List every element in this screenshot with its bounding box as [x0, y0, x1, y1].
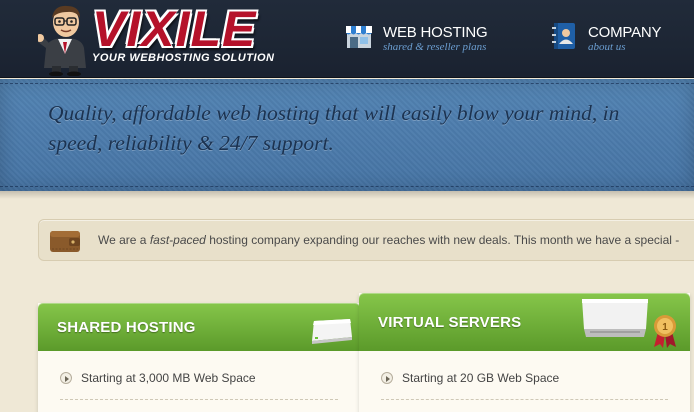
- nav-company-label: COMPANY: [588, 24, 662, 41]
- hero-banner: Quality, affordable web hosting that wil…: [0, 79, 694, 191]
- announcement-emphasis: fast-paced: [149, 233, 206, 247]
- nav-company[interactable]: COMPANY about us: [550, 20, 680, 60]
- medal-icon: 1: [654, 315, 676, 348]
- site-logo[interactable]: VIXILE: [92, 3, 256, 55]
- announcement-text: We are a fast-paced hosting company expa…: [98, 233, 680, 247]
- nav-web-hosting-subtitle: shared & reseller plans: [383, 41, 487, 53]
- feature-divider: [60, 399, 338, 400]
- plan-title: SHARED HOSTING: [57, 319, 196, 336]
- arrow-bullet-icon: [381, 372, 393, 384]
- plan-card-virtual-servers: VIRTUAL SERVERS 1 Starting at 20 GB Web …: [359, 293, 690, 412]
- storefront-icon: [346, 26, 372, 48]
- announcement-bar: We are a fast-paced hosting company expa…: [38, 219, 694, 261]
- plan-header-virtual-servers[interactable]: VIRTUAL SERVERS 1: [359, 293, 690, 351]
- nav-web-hosting[interactable]: WEB HOSTING shared & reseller plans: [345, 20, 525, 60]
- mascot-logo-icon[interactable]: [38, 2, 92, 76]
- server-icon: [312, 319, 352, 344]
- plan-card-shared-hosting: SHARED HOSTING Starting at 3,000 MB Web …: [38, 303, 360, 412]
- hero-tagline: Quality, affordable web hosting that wil…: [48, 101, 620, 155]
- nav-company-subtitle: about us: [588, 41, 626, 53]
- nav-web-hosting-label: WEB HOSTING: [383, 24, 488, 41]
- site-tagline: YOUR WEBHOSTING SOLUTION: [92, 52, 275, 64]
- plan-header-shared-hosting[interactable]: SHARED HOSTING: [38, 303, 360, 351]
- site-header: VIXILE YOUR WEBHOSTING SOLUTION WEB HOST…: [0, 0, 694, 78]
- plan-title: VIRTUAL SERVERS: [378, 314, 522, 331]
- plan-feature: Starting at 3,000 MB Web Space: [60, 371, 256, 385]
- banner-shadow: [0, 191, 694, 199]
- feature-divider: [381, 399, 668, 400]
- arrow-bullet-icon: [60, 372, 72, 384]
- address-book-icon: [552, 23, 575, 49]
- wallet-icon: [50, 231, 80, 252]
- plan-feature: Starting at 20 GB Web Space: [381, 371, 559, 385]
- medal-rank: 1: [662, 322, 668, 333]
- server-icon: [582, 299, 648, 337]
